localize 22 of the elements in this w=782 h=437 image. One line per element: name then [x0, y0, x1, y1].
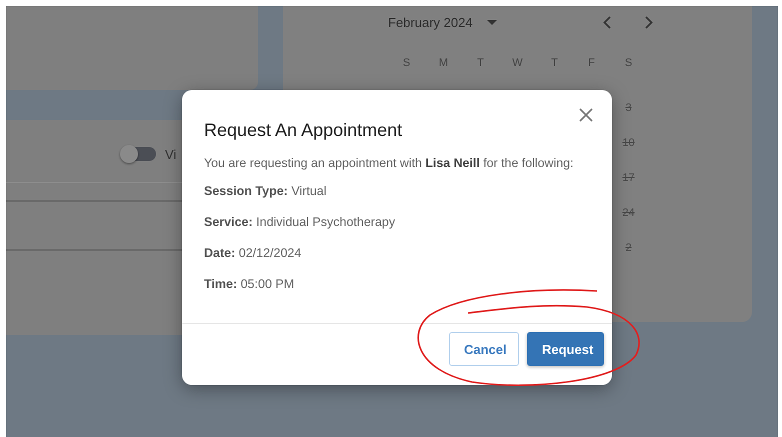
chevron-left-icon[interactable]: [603, 16, 611, 28]
caret-icon[interactable]: [486, 20, 497, 24]
weekday-label: W: [511, 57, 524, 71]
weekday-label: T: [476, 57, 485, 71]
close-icon[interactable]: [578, 107, 594, 123]
chevron-right-icon[interactable]: [645, 16, 653, 28]
weekday-label: T: [550, 57, 559, 71]
dialog-message: You are requesting an appointment with Lisa Neill for the following:: [204, 156, 574, 170]
month-label[interactable]: February 2024: [388, 14, 473, 30]
weekday-label: S: [402, 57, 412, 71]
detail-line: Service: Individual Psychotherapy: [204, 215, 396, 229]
request-button[interactable]: Request: [527, 332, 604, 366]
toggle-switch[interactable]: [122, 147, 156, 161]
detail-line: Time: 05:00 PM: [204, 277, 296, 291]
detail-line: Date: 02/12/2024: [204, 246, 302, 260]
dialog-title: Request An Appointment: [204, 120, 402, 141]
toggle-label: Vi: [165, 146, 176, 162]
detail-line: Session Type: Virtual: [204, 184, 328, 198]
cancel-button[interactable]: Cancel: [449, 332, 519, 366]
weekday-label: S: [624, 57, 634, 71]
weekday-label: F: [587, 57, 596, 71]
weekday-label: M: [438, 57, 450, 71]
